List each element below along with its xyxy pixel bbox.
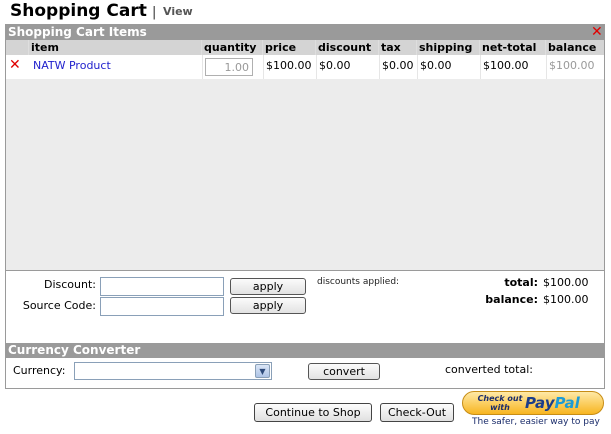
- currency-select[interactable]: ▼: [74, 362, 272, 380]
- convert-button[interactable]: convert: [308, 363, 380, 380]
- cell-net-total: $100.00: [480, 55, 545, 79]
- balance-label: balance:: [485, 293, 538, 306]
- check-out-button[interactable]: Check-Out: [380, 403, 454, 422]
- cell-balance: $100.00: [546, 55, 604, 79]
- product-link[interactable]: NATW Product: [33, 59, 111, 72]
- cart-panel: Shopping Cart Items ✕ item quantity pric…: [5, 24, 605, 389]
- currency-label: Currency:: [13, 364, 66, 377]
- discount-label: Discount:: [44, 278, 96, 291]
- title-separator: |: [152, 5, 157, 20]
- apply-source-code-button[interactable]: apply: [230, 297, 306, 314]
- apply-discount-button[interactable]: apply: [230, 278, 306, 295]
- cell-shipping: $0.00: [417, 55, 479, 79]
- column-header-remove: [6, 40, 28, 55]
- column-header-shipping: shipping: [417, 40, 479, 55]
- balance-value: $100.00: [543, 293, 589, 306]
- cell-price: $100.00: [263, 55, 315, 79]
- close-icon[interactable]: ✕: [591, 25, 603, 39]
- column-header-quantity: quantity: [202, 40, 262, 55]
- chevron-down-icon: ▼: [255, 364, 270, 378]
- total-value: $100.00: [543, 276, 589, 289]
- paypal-logo-icon: PayPal: [525, 394, 580, 412]
- column-header-price: price: [263, 40, 315, 55]
- items-divider: [6, 270, 604, 271]
- paypal-small-text: Check out with: [477, 394, 523, 412]
- cell-item: NATW Product: [29, 55, 201, 79]
- paypal-checkout-button[interactable]: Check out with PayPal: [462, 391, 604, 415]
- continue-to-shop-button[interactable]: Continue to Shop: [254, 403, 372, 422]
- cart-items-area: item quantity price discount tax shippin…: [6, 40, 604, 270]
- cart-section-header: Shopping Cart Items: [6, 25, 604, 40]
- column-header-balance: balance: [546, 40, 604, 55]
- cell-tax: $0.00: [379, 55, 416, 79]
- view-link[interactable]: View: [163, 5, 193, 18]
- remove-item-icon[interactable]: ✕: [9, 58, 23, 74]
- column-header-discount: discount: [316, 40, 378, 55]
- cell-quantity: [202, 55, 262, 79]
- table-row: ✕ NATW Product $100.00 $0.00 $0.00 $0.00…: [6, 55, 604, 79]
- converted-total-label: converted total:: [445, 363, 533, 376]
- paypal-tagline: The safer, easier way to pay: [472, 417, 600, 427]
- quantity-input[interactable]: [205, 58, 253, 76]
- discount-input[interactable]: [100, 277, 224, 296]
- source-code-input[interactable]: [100, 297, 224, 316]
- column-header-tax: tax: [379, 40, 416, 55]
- total-label: total:: [504, 276, 538, 289]
- page-title: Shopping Cart: [10, 1, 147, 21]
- currency-converter-header: Currency Converter: [6, 343, 604, 358]
- column-header-item: item: [29, 40, 201, 55]
- source-code-label: Source Code:: [22, 299, 96, 312]
- discounts-applied-label: discounts applied:: [317, 277, 400, 287]
- column-header-net-total: net-total: [480, 40, 545, 55]
- cell-discount: $0.00: [316, 55, 378, 79]
- column-header-row: item quantity price discount tax shippin…: [6, 40, 604, 55]
